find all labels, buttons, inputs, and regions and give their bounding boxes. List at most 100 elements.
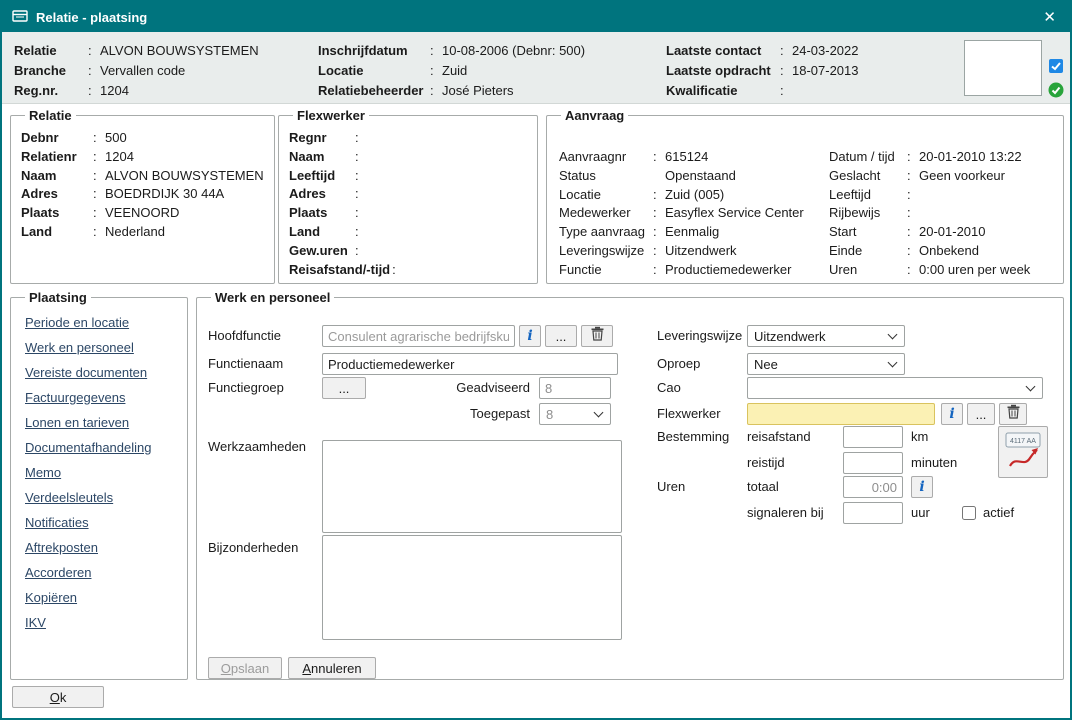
cao-select[interactable] [747, 377, 1043, 399]
separator: : [86, 81, 100, 101]
nav-link-lonen-en-tarieven[interactable]: Lonen en tarieven [25, 415, 175, 430]
annuleren-button[interactable]: Annuleren [288, 657, 376, 679]
bijzonderheden-textarea[interactable] [322, 535, 622, 640]
flexwerker-info-button[interactable]: i [941, 403, 963, 425]
separator: : [778, 41, 792, 61]
plaatsing-panel: Plaatsing Periode en locatie Werk en per… [10, 290, 188, 680]
nav-link-documentafhandeling[interactable]: Documentafhandeling [25, 440, 175, 455]
functienaam-label: Functienaam [208, 353, 283, 375]
route-planner-icon[interactable]: 4117 AA [998, 426, 1048, 478]
field-label: Debnr [21, 129, 91, 148]
panel-title: Relatie [25, 108, 76, 123]
nav-link-ikv[interactable]: IKV [25, 615, 175, 630]
field-label: Rijbewijs [829, 204, 905, 223]
opslaan-button[interactable]: Opslaan [208, 657, 282, 679]
field-value: 20-01-2010 13:22 [919, 148, 1022, 167]
info-row: Reisafstand/-tijd: [289, 261, 527, 280]
field-label: Regnr [289, 129, 353, 148]
nav-link-notificaties[interactable]: Notificaties [25, 515, 175, 530]
geadviseerd-input[interactable] [539, 377, 611, 399]
selected-value: Nee [754, 357, 778, 372]
flexwerker-input[interactable] [747, 403, 935, 425]
blue-checkbox-icon[interactable] [1048, 58, 1064, 74]
uren-info-button[interactable]: i [911, 476, 933, 498]
field-label: Reisafstand/-tijd [289, 261, 390, 280]
separator: : [778, 81, 792, 101]
nav-link-kopieren[interactable]: Kopiëren [25, 590, 175, 605]
field-label: Type aanvraag [559, 223, 651, 242]
separator: : [905, 223, 919, 242]
field-value: 615124 [665, 148, 708, 167]
chevron-down-icon [888, 329, 898, 339]
ok-button[interactable]: Ok [12, 686, 104, 708]
app-icon [12, 9, 28, 26]
field-value: Uitzendwerk [665, 242, 737, 261]
ellipsis-icon: ... [556, 329, 567, 344]
field-label: Laatste opdracht [666, 61, 778, 81]
field-value: Zuid [442, 61, 467, 81]
hoofdfunctie-info-button[interactable]: i [519, 325, 541, 347]
flexwerker-browse-button[interactable]: ... [967, 403, 995, 425]
nav-link-vereiste-documenten[interactable]: Vereiste documenten [25, 365, 175, 380]
field-value: BOEDRDIJK 30 44A [105, 185, 224, 204]
functiegroep-browse-button[interactable]: ... [322, 377, 366, 399]
werkzaamheden-textarea[interactable] [322, 440, 622, 533]
field-label: Aanvraagnr [559, 148, 651, 167]
field-label: Relatienr [21, 148, 91, 167]
oproep-select[interactable]: Nee [747, 353, 905, 375]
close-icon[interactable]: ✕ [1039, 8, 1060, 27]
info-row: Einde:Onbekend [829, 242, 1030, 261]
signaleren-bij-input[interactable] [843, 502, 903, 524]
separator: : [91, 167, 105, 186]
bijzonderheden-label: Bijzonderheden [208, 537, 298, 559]
panel-title: Aanvraag [561, 108, 628, 123]
actief-checkbox[interactable] [962, 506, 976, 520]
nav-link-periode-en-locatie[interactable]: Periode en locatie [25, 315, 175, 330]
chevron-down-icon [594, 407, 604, 417]
field-label: Plaats [21, 204, 91, 223]
cao-label: Cao [657, 377, 681, 399]
field-label: Werktijden [559, 280, 651, 284]
separator: : [905, 242, 919, 261]
info-row: Datum / tijd:20-01-2010 13:22 [829, 148, 1030, 167]
hoofdfunctie-input[interactable] [322, 325, 515, 347]
hoofdfunctie-browse-button[interactable]: ... [545, 325, 577, 347]
info-row: Regnr: [289, 129, 527, 148]
uren-totaal-input[interactable] [843, 476, 903, 498]
reistijd-input[interactable] [843, 452, 903, 474]
window-title: Relatie - plaatsing [36, 10, 1031, 25]
summary-row: Kwalificatie: [666, 81, 859, 101]
field-label: Kwalificatie [666, 81, 778, 101]
field-value: ALVON BOUWSYSTEMEN [100, 41, 259, 61]
nav-link-werk-en-personeel[interactable]: Werk en personeel [25, 340, 175, 355]
field-value: ALVON BOUWSYSTEMEN [105, 167, 264, 186]
reisafstand-input[interactable] [843, 426, 903, 448]
separator: : [353, 223, 367, 242]
summary-row: Locatie:Zuid [318, 61, 585, 81]
functienaam-input[interactable] [322, 353, 618, 375]
field-value: Vervallen code [100, 61, 185, 81]
field-label: Uren [829, 261, 905, 280]
info-row: Leeftijd: [289, 167, 527, 186]
panel-title: Werk en personeel [211, 290, 334, 305]
toegepast-select[interactable]: 8 [539, 403, 611, 425]
info-icon: i [919, 479, 924, 495]
info-row: Land:Nederland [21, 223, 264, 242]
nav-link-memo[interactable]: Memo [25, 465, 175, 480]
nav-link-accorderen[interactable]: Accorderen [25, 565, 175, 580]
trash-icon [1007, 407, 1020, 422]
field-value: 1204 [100, 81, 129, 101]
flexwerker-delete-button[interactable] [999, 403, 1027, 425]
nav-link-aftrekposten[interactable]: Aftrekposten [25, 540, 175, 555]
leveringswijze-select[interactable]: Uitzendwerk [747, 325, 905, 347]
field-value: 24-03-2022 [792, 41, 859, 61]
hoofdfunctie-delete-button[interactable] [581, 325, 613, 347]
nav-link-factuurgegevens[interactable]: Factuurgegevens [25, 390, 175, 405]
reistijd-label: reistijd [747, 452, 785, 474]
separator: : [86, 41, 100, 61]
oproep-label: Oproep [657, 353, 700, 375]
info-row: Start:20-01-2010 [829, 223, 1030, 242]
nav-link-verdeelsleutels[interactable]: Verdeelsleutels [25, 490, 175, 505]
field-value: Nederland [105, 223, 165, 242]
separator: : [353, 129, 367, 148]
